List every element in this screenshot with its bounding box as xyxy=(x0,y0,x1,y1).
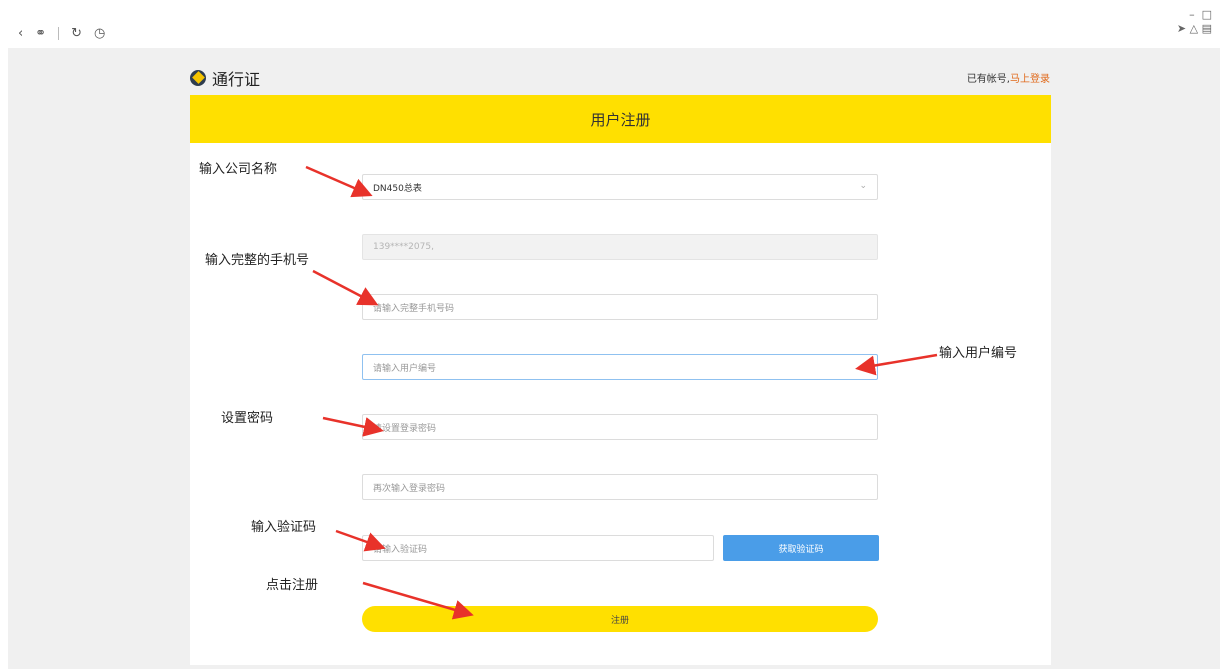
phone-input[interactable]: 请输入完整手机号码 xyxy=(362,294,878,320)
annotation-user-no: 输入用户编号 xyxy=(939,346,1018,361)
user-no-input[interactable]: 请输入用户编号 xyxy=(362,354,878,380)
page-viewport: 通行证 已有帐号,马上登录 用户注册 DN450总表 ⌄ 139****2075… xyxy=(8,48,1220,669)
password-placeholder: 请设置登录密码 xyxy=(373,423,437,434)
annotation-company: 输入公司名称 xyxy=(199,162,278,177)
brand-logo[interactable]: 通行证 xyxy=(190,66,260,90)
site-header: 通行证 已有帐号,马上登录 xyxy=(190,66,1050,92)
login-link[interactable]: 马上登录 xyxy=(1010,74,1050,85)
minimize-icon[interactable]: – xyxy=(1189,8,1195,21)
browser-nav: ‹ ⚭ ↻ ◷ xyxy=(18,26,105,41)
company-value: DN450总表 xyxy=(373,183,422,194)
logo-icon xyxy=(190,70,206,86)
company-select[interactable]: DN450总表 ⌄ xyxy=(362,174,878,200)
phone-placeholder: 请输入完整手机号码 xyxy=(373,303,455,314)
toolbar-divider xyxy=(58,27,60,40)
window-controls: – □ ➤ △ ▤ xyxy=(1177,8,1212,36)
browser-toolbar: ‹ ⚭ ↻ ◷ – □ ➤ △ ▤ xyxy=(0,0,1222,48)
login-hint: 已有帐号,马上登录 xyxy=(967,70,1050,85)
chevron-down-icon: ⌄ xyxy=(859,181,867,191)
annotation-captcha: 输入验证码 xyxy=(251,520,317,535)
annotation-phone: 输入完整的手机号 xyxy=(205,253,310,268)
password-input[interactable]: 请设置登录密码 xyxy=(362,414,878,440)
globe-icon[interactable]: ◷ xyxy=(94,26,105,41)
link-icon[interactable]: ⚭ xyxy=(35,26,46,41)
captcha-input[interactable]: 请输入验证码 xyxy=(362,535,714,561)
panel-icon[interactable]: ▤ xyxy=(1202,22,1212,35)
captcha-placeholder: 请输入验证码 xyxy=(373,544,428,555)
restore-icon[interactable]: □ xyxy=(1202,8,1212,21)
share-icon[interactable]: ➤ xyxy=(1177,22,1186,35)
phone-masked-value: 139****2075, xyxy=(373,242,434,252)
brand-name: 通行证 xyxy=(212,70,261,89)
login-hint-text: 已有帐号, xyxy=(966,74,1010,85)
phone-masked-field: 139****2075, xyxy=(362,234,878,260)
refresh-icon[interactable]: ↻ xyxy=(71,26,82,41)
annotation-password: 设置密码 xyxy=(221,411,274,426)
password-confirm-input[interactable]: 再次输入登录密码 xyxy=(362,474,878,500)
get-captcha-button[interactable]: 获取验证码 xyxy=(723,535,879,561)
back-icon[interactable]: ‹ xyxy=(18,26,23,41)
password-confirm-placeholder: 再次输入登录密码 xyxy=(373,483,446,494)
annotation-submit: 点击注册 xyxy=(266,578,319,593)
cube-icon[interactable]: △ xyxy=(1190,22,1198,35)
user-no-placeholder: 请输入用户编号 xyxy=(373,363,437,374)
form-title: 用户注册 xyxy=(190,95,1051,143)
register-button[interactable]: 注册 xyxy=(362,606,878,632)
register-card: 用户注册 DN450总表 ⌄ 139****2075, 请输入完整手机号码 请输… xyxy=(190,95,1051,665)
